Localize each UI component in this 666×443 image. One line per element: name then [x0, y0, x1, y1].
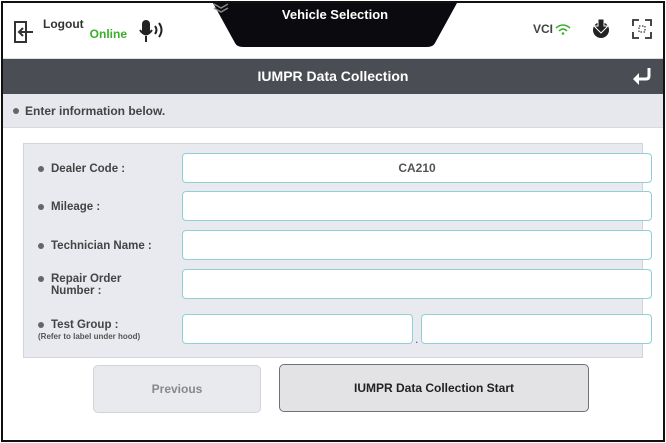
bullet-dot — [38, 276, 44, 282]
vehicle-selection-title: Vehicle Selection — [281, 7, 389, 22]
dealer-code-input[interactable] — [182, 153, 652, 183]
app-frame: Logout Online Vehicle Selection VCI IUMP… — [1, 1, 665, 442]
logout-label[interactable]: Logout — [43, 17, 84, 31]
bullet-dot — [38, 166, 44, 172]
previous-button[interactable]: Previous — [93, 365, 261, 413]
mileage-input[interactable] — [182, 191, 652, 221]
bullet-dot — [38, 243, 44, 249]
vci-label: VCI — [532, 22, 553, 36]
fullscreen-icon[interactable] — [631, 18, 653, 40]
mileage-label: Mileage : — [51, 201, 101, 213]
dealer-code-row: Dealer Code : — [24, 153, 652, 185]
dealer-code-label: Dealer Code : — [51, 163, 126, 175]
top-right-group: VCI — [533, 17, 653, 41]
mileage-label-group: Mileage : — [38, 191, 188, 223]
microphone-icon[interactable] — [137, 17, 167, 45]
technician-name-label: Technician Name : — [51, 240, 152, 252]
vehicle-selection-tab[interactable]: Vehicle Selection — [213, 3, 457, 47]
repair-order-line1: Repair Order — [38, 273, 121, 285]
title-bar: IUMPR Data Collection — [3, 59, 663, 94]
chevron-down-icon — [213, 3, 229, 13]
dealer-code-label-group: Dealer Code : — [38, 153, 188, 185]
bullet-dot — [38, 321, 44, 328]
page-title: IUMPR Data Collection — [257, 68, 409, 84]
wifi-icon — [555, 24, 571, 35]
repair-order-label-group: Repair Order Number : — [38, 269, 188, 301]
test-group-label-group: Test Group : (Refer to label under hood) — [38, 314, 188, 346]
test-group-input-2[interactable] — [421, 314, 652, 344]
test-group-line1: Test Group : — [38, 319, 119, 331]
online-status: Online — [89, 27, 127, 41]
test-group-row: Test Group : (Refer to label under hood)… — [24, 314, 652, 346]
top-left-group: Logout Online — [13, 13, 167, 49]
instruction-text: Enter information below. — [25, 103, 166, 118]
update-download-icon[interactable] — [589, 17, 613, 41]
bullet-dot — [38, 204, 44, 210]
test-group-input-1[interactable] — [182, 314, 413, 344]
top-bar: Logout Online Vehicle Selection VCI — [3, 3, 663, 59]
test-group-label: Test Group : — [51, 318, 119, 331]
logout-icon[interactable] — [13, 19, 35, 45]
repair-order-number-input[interactable] — [182, 269, 652, 299]
test-group-note: (Refer to label under hood) — [38, 331, 141, 341]
test-group-separator: . — [415, 332, 419, 346]
instruction-bar: Enter information below. — [3, 94, 663, 128]
bullet-dot — [13, 107, 19, 114]
repair-order-row: Repair Order Number : — [24, 269, 652, 301]
technician-name-input[interactable] — [182, 230, 652, 260]
form-panel: Dealer Code : Mileage : Technician Name … — [23, 143, 652, 358]
repair-order-label-line2: Number : — [51, 285, 102, 297]
repair-order-label-line1: Repair Order — [51, 273, 122, 285]
iumpr-data-collection-start-button[interactable]: IUMPR Data Collection Start — [279, 364, 589, 412]
technician-name-row: Technician Name : — [24, 230, 652, 262]
mileage-row: Mileage : — [24, 191, 652, 223]
back-arrow-icon[interactable] — [631, 66, 653, 86]
technician-name-label-group: Technician Name : — [38, 230, 188, 262]
